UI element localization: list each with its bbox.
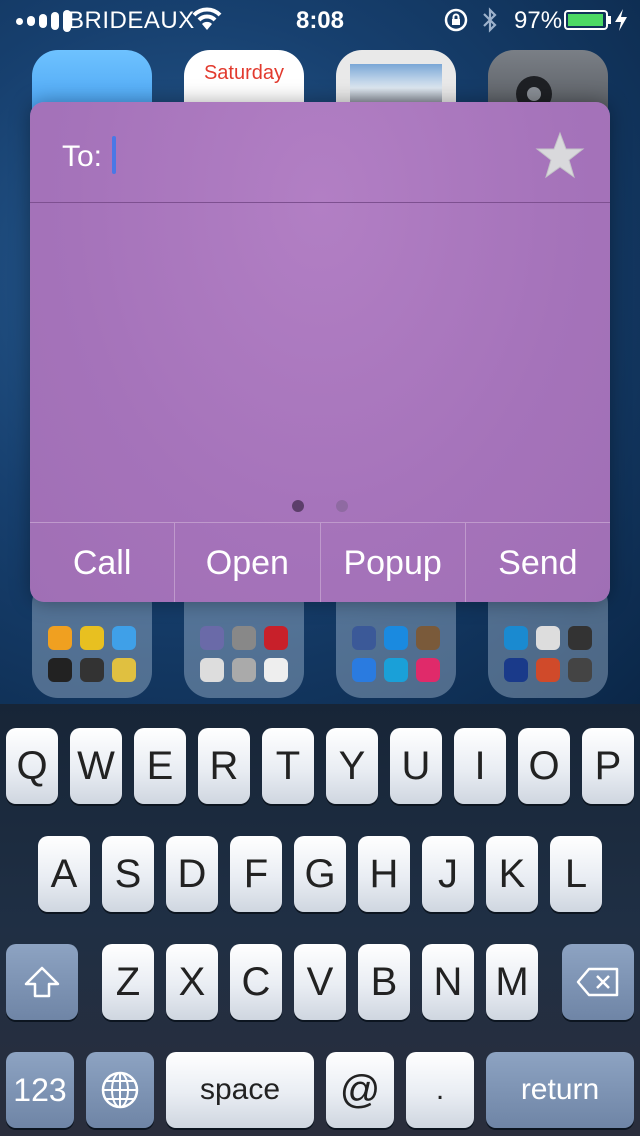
key-e[interactable]: E (134, 728, 186, 804)
app-mini-icon (200, 658, 224, 682)
globe-icon (101, 1071, 139, 1109)
space-key[interactable]: space (166, 1052, 314, 1128)
app-mini-icon (112, 658, 136, 682)
key-q[interactable]: Q (6, 728, 58, 804)
app-mini-icon (416, 658, 440, 682)
page-dot-1[interactable] (292, 500, 304, 512)
app-mini-icon (352, 626, 376, 650)
key-b[interactable]: B (358, 944, 410, 1020)
app-mini-icon (80, 626, 104, 650)
app-mini-icon (568, 626, 592, 650)
open-button[interactable]: Open (175, 523, 321, 602)
key-u[interactable]: U (390, 728, 442, 804)
globe-key[interactable] (86, 1052, 154, 1128)
app-mini-icon (48, 658, 72, 682)
app-mini-icon (536, 626, 560, 650)
key-i[interactable]: I (454, 728, 506, 804)
key-y[interactable]: Y (326, 728, 378, 804)
key-n[interactable]: N (422, 944, 474, 1020)
app-mini-icon (504, 658, 528, 682)
at-key[interactable]: @ (326, 1052, 394, 1128)
shift-icon (24, 966, 60, 998)
key-m[interactable]: M (486, 944, 538, 1020)
key-o[interactable]: O (518, 728, 570, 804)
to-label: To: (62, 140, 103, 173)
app-mini-icon (112, 626, 136, 650)
app-mini-icon (568, 658, 592, 682)
recipient-input[interactable] (112, 136, 116, 174)
app-mini-icon (536, 658, 560, 682)
call-button[interactable]: Call (30, 523, 176, 602)
app-mini-icon (232, 626, 256, 650)
app-mini-icon (264, 626, 288, 650)
send-button[interactable]: Send (466, 523, 610, 602)
key-g[interactable]: G (294, 836, 346, 912)
key-z[interactable]: Z (102, 944, 154, 1020)
numbers-key[interactable]: 123 (6, 1052, 74, 1128)
app-mini-icon (384, 626, 408, 650)
battery-icon (564, 10, 611, 30)
key-v[interactable]: V (294, 944, 346, 1020)
key-h[interactable]: H (358, 836, 410, 912)
return-key[interactable]: return (486, 1052, 634, 1128)
app-mini-icon (384, 658, 408, 682)
key-p[interactable]: P (582, 728, 634, 804)
keyboard: Q W E R T Y U I O P A S D F G H J K L Z … (0, 704, 640, 1136)
delete-key[interactable] (562, 944, 634, 1020)
quick-compose-popup: To: Call Open Popup Send (30, 102, 610, 602)
key-f[interactable]: F (230, 836, 282, 912)
photo-thumbnail (350, 64, 442, 104)
charging-bolt-icon (615, 9, 627, 31)
battery-percent: 97% (514, 7, 563, 34)
key-c[interactable]: C (230, 944, 282, 1020)
key-t[interactable]: T (262, 728, 314, 804)
key-a[interactable]: A (38, 836, 90, 912)
status-bar: BRIDEAUX 8:08 97% (0, 0, 640, 40)
app-mini-icon (264, 658, 288, 682)
rotation-lock-icon (444, 8, 468, 32)
key-x[interactable]: X (166, 944, 218, 1020)
key-s[interactable]: S (102, 836, 154, 912)
page-dot-2[interactable] (336, 500, 348, 512)
star-icon[interactable] (534, 130, 586, 182)
app-mini-icon (48, 626, 72, 650)
period-key[interactable]: . (406, 1052, 474, 1128)
key-l[interactable]: L (550, 836, 602, 912)
app-mini-icon (200, 626, 224, 650)
app-mini-icon (504, 626, 528, 650)
key-w[interactable]: W (70, 728, 122, 804)
key-d[interactable]: D (166, 836, 218, 912)
app-mini-icon (80, 658, 104, 682)
popup-button[interactable]: Popup (321, 523, 466, 602)
message-body-input[interactable] (30, 203, 610, 523)
calendar-day-label: Saturday (203, 62, 285, 84)
app-mini-icon (232, 658, 256, 682)
delete-icon (576, 967, 619, 997)
bluetooth-icon (483, 7, 497, 33)
shift-key[interactable] (6, 944, 78, 1020)
key-j[interactable]: J (422, 836, 474, 912)
app-mini-icon (352, 658, 376, 682)
app-mini-icon (416, 626, 440, 650)
key-r[interactable]: R (198, 728, 250, 804)
key-k[interactable]: K (486, 836, 538, 912)
action-bar: Call Open Popup Send (30, 522, 610, 602)
